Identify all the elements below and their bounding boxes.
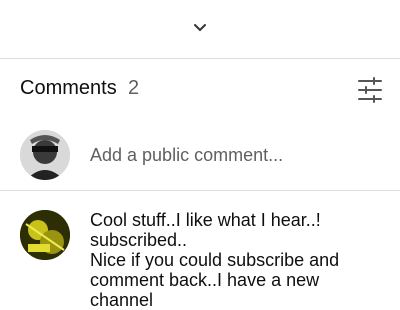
divider (0, 58, 400, 59)
divider (0, 190, 400, 191)
sort-filter-icon[interactable] (357, 77, 383, 103)
expand-description-area[interactable] (0, 0, 400, 58)
add-comment-input[interactable]: Add a public comment... (90, 145, 283, 166)
comment-text: Cool stuff..I like what I hear..! subscr… (90, 210, 390, 310)
comment-line: channel (90, 290, 154, 310)
my-avatar[interactable] (20, 130, 70, 180)
commenter-avatar[interactable] (20, 210, 70, 260)
chevron-down-icon[interactable] (192, 20, 208, 36)
comment-line: Cool stuff..I like what I hear..! (90, 210, 321, 230)
comments-title: Comments (20, 77, 117, 99)
comment-line: Nice if you could subscribe and (90, 250, 340, 270)
comment-line: subscribed.. (90, 230, 188, 250)
comment-line: comment back..I have a new (90, 270, 320, 290)
comments-count: 2 (128, 77, 140, 99)
